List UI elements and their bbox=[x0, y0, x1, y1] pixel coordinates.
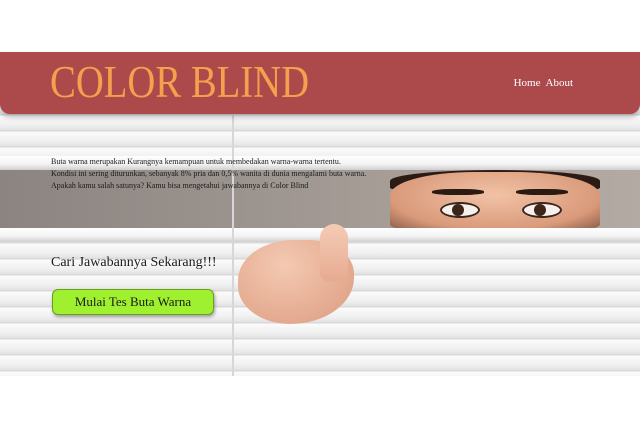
intro-line: Apakah kamu salah satunya? Kamu bisa men… bbox=[51, 181, 309, 190]
woman-face bbox=[390, 172, 600, 230]
eyebrow-right bbox=[516, 189, 568, 195]
nav-link-home[interactable]: Home bbox=[514, 76, 541, 90]
blind-cord bbox=[232, 112, 234, 376]
main-nav: Home About bbox=[514, 76, 573, 90]
eye-left bbox=[440, 202, 480, 218]
finger-on-blinds bbox=[320, 224, 348, 282]
cta-heading: Cari Jawabannya Sekarang!!! bbox=[51, 255, 217, 270]
eyebrow-left bbox=[432, 189, 484, 195]
site-logo[interactable]: COLOR BLIND bbox=[50, 56, 309, 108]
start-test-button[interactable]: Mulai Tes Buta Warna bbox=[52, 289, 214, 315]
site-header: COLOR BLIND Home About bbox=[0, 52, 640, 114]
intro-text: Buta warna merupakan Kurangnya kemampuan… bbox=[51, 156, 411, 192]
intro-line: Kondisi ini sering diturunkan, sebanyak … bbox=[51, 169, 367, 178]
eye-right bbox=[522, 202, 562, 218]
intro-line: Buta warna merupakan Kurangnya kemampuan… bbox=[51, 157, 341, 166]
nav-link-about[interactable]: About bbox=[546, 76, 574, 90]
